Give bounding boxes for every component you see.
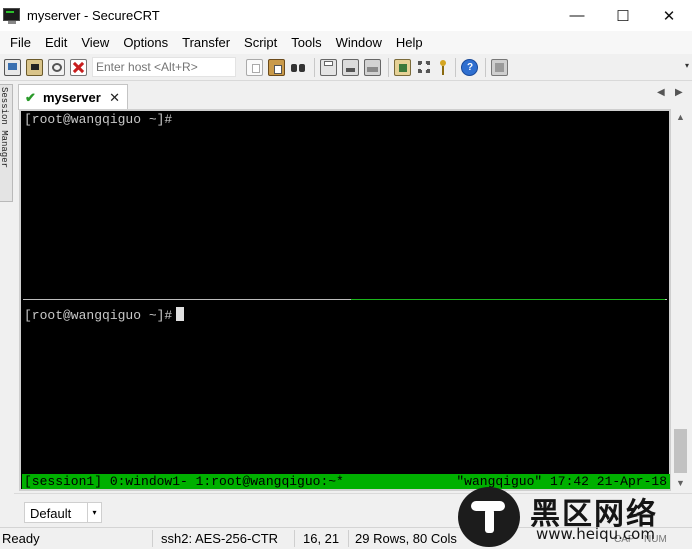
- close-window-button[interactable]: ✕: [646, 0, 692, 31]
- sftp-icon[interactable]: [491, 58, 508, 76]
- toolbar-separator: [388, 57, 389, 77]
- watermark-url: www.heiqu.com: [536, 525, 655, 543]
- chevron-down-icon: ▾: [87, 503, 101, 522]
- quick-connect-input[interactable]: [92, 57, 236, 77]
- scrollbar-thumb[interactable]: [674, 429, 687, 473]
- bottom-pane-prompt: [root@wangqiguo ~]#: [24, 308, 173, 323]
- print-selection-icon[interactable]: [342, 58, 359, 76]
- minimize-button[interactable]: —: [554, 0, 600, 31]
- maximize-icon: ☐: [616, 7, 630, 25]
- status-cipher: ssh2: AES-256-CTR: [161, 531, 279, 546]
- status-separator: [152, 530, 153, 547]
- menu-script[interactable]: Script: [237, 31, 284, 54]
- scroll-up-icon[interactable]: ▲: [676, 112, 685, 122]
- securecrt-app-icon: [3, 7, 21, 25]
- toolbar-separator: [455, 57, 456, 77]
- menu-view[interactable]: View: [74, 31, 116, 54]
- top-pane-prompt: [root@wangqiguo ~]#: [24, 112, 173, 127]
- tab-scroll-right-icon[interactable]: ▶: [675, 87, 683, 98]
- copy-icon[interactable]: [246, 58, 263, 76]
- menu-options[interactable]: Options: [116, 31, 175, 54]
- maximize-button[interactable]: ☐: [600, 0, 646, 31]
- menu-window[interactable]: Window: [329, 31, 389, 54]
- button-bar-select[interactable]: Default ▾: [24, 502, 102, 523]
- session-options-icon[interactable]: [394, 58, 411, 76]
- minimize-icon: —: [569, 7, 585, 24]
- session-manager-tab[interactable]: Session Manager: [0, 84, 13, 202]
- toolbar-separator: [314, 57, 315, 77]
- terminal-scrollbar[interactable]: ▲ ▼: [671, 109, 690, 491]
- toolbar: ? ▾: [0, 54, 692, 81]
- tab-strip: ✔ myserver ✕ ◀ ▶: [14, 83, 692, 110]
- menu-tools[interactable]: Tools: [284, 31, 328, 54]
- status-separator: [348, 530, 349, 547]
- disconnect-icon[interactable]: [70, 58, 87, 76]
- tab-myserver[interactable]: ✔ myserver ✕: [18, 84, 128, 110]
- status-cursor-position: 16, 21: [303, 531, 340, 546]
- print-icon[interactable]: [320, 58, 337, 76]
- session-manager-label: Session Manager: [0, 87, 9, 169]
- keymap-icon[interactable]: [438, 59, 448, 76]
- menu-transfer[interactable]: Transfer: [175, 31, 237, 54]
- close-icon: ✕: [662, 7, 676, 25]
- tab-scroll-left-icon[interactable]: ◀: [657, 87, 665, 98]
- button-bar-select-value: Default: [30, 506, 72, 521]
- bottom-pane-prompt-line: [root@wangqiguo ~]#: [24, 307, 185, 323]
- title-bar: myserver - SecureCRT — ☐ ✕: [0, 0, 692, 31]
- connected-check-icon: ✔: [25, 90, 36, 105]
- status-terminal-size: 29 Rows, 80 Cols: [355, 531, 457, 546]
- quick-connect-icon[interactable]: [26, 58, 43, 76]
- reconnect-icon[interactable]: [48, 58, 65, 76]
- help-icon[interactable]: ?: [461, 58, 478, 76]
- toolbar-separator: [485, 57, 486, 77]
- global-options-icon[interactable]: [416, 59, 433, 76]
- menu-edit[interactable]: Edit: [38, 31, 74, 54]
- tmux-status-left: [session1] 0:window1- 1:root@wangqiguo:~…: [24, 474, 344, 489]
- print-setup-icon[interactable]: [364, 58, 381, 76]
- terminal-cursor: [176, 307, 185, 321]
- terminal-view[interactable]: [root@wangqiguo ~]# [root@wangqiguo ~]# …: [19, 109, 671, 491]
- menu-help[interactable]: Help: [389, 31, 430, 54]
- paste-icon[interactable]: [268, 58, 285, 76]
- window-title: myserver - SecureCRT: [27, 8, 160, 23]
- find-icon[interactable]: [290, 59, 307, 76]
- tab-label: myserver: [43, 90, 101, 105]
- tmux-active-pane-border: [351, 299, 665, 300]
- status-ready: Ready: [2, 531, 40, 546]
- watermark-logo: [458, 487, 520, 547]
- window-controls: — ☐ ✕: [554, 0, 692, 31]
- tab-close-icon[interactable]: ✕: [109, 90, 120, 106]
- toolbar-overflow-icon[interactable]: ▾: [685, 61, 689, 70]
- status-separator: [294, 530, 295, 547]
- watermark: 黑区网络 www.heiqu.com: [458, 487, 690, 549]
- menu-bar: File Edit View Options Transfer Script T…: [0, 31, 692, 54]
- connect-icon[interactable]: [4, 58, 21, 76]
- menu-file[interactable]: File: [3, 31, 38, 54]
